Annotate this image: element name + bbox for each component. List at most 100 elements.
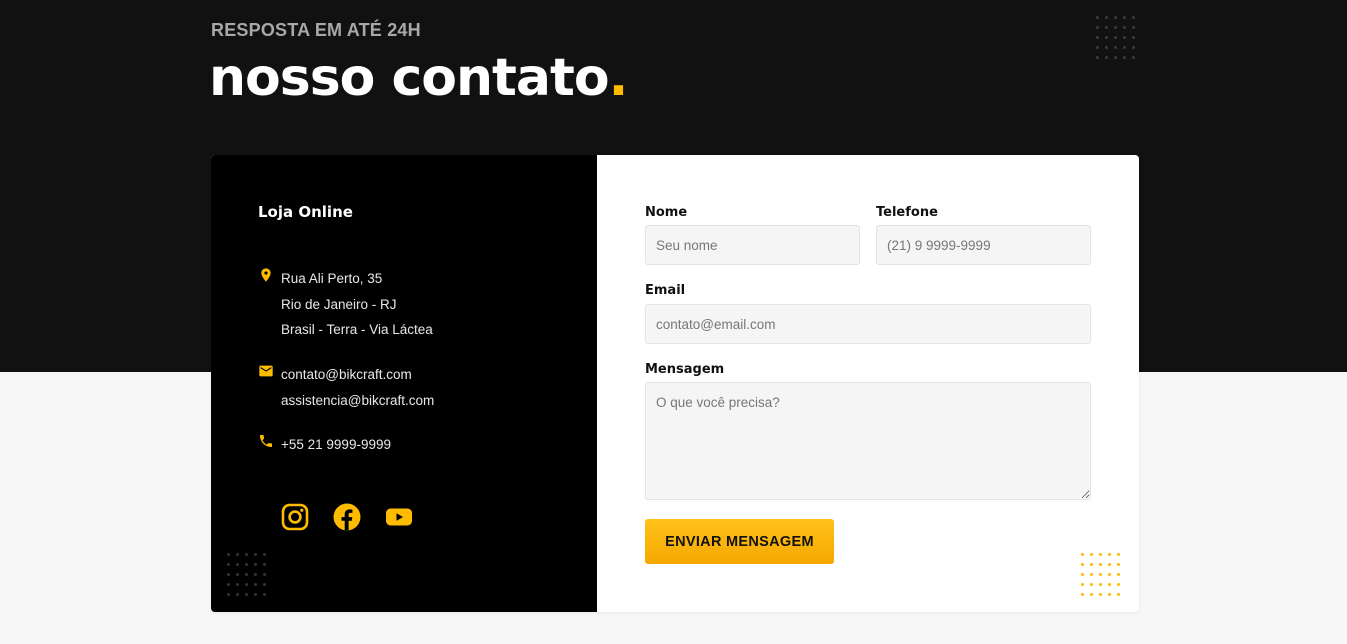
social-links <box>280 502 414 532</box>
decorative-dot <box>1105 56 1108 59</box>
decorative-dot <box>1132 16 1135 19</box>
decorative-dot <box>1123 46 1126 49</box>
decorative-dot <box>1099 583 1102 586</box>
decorative-dot <box>1081 573 1084 576</box>
email-link[interactable]: contato@bikcraft.com <box>281 362 581 388</box>
decorative-dot <box>1105 16 1108 19</box>
decorative-dot <box>263 563 266 566</box>
address-line: Rua Ali Perto, 35 <box>281 271 383 286</box>
decorative-dot <box>1090 553 1093 556</box>
decorative-dot <box>1096 36 1099 39</box>
decorative-dot <box>254 573 257 576</box>
decorative-dot <box>1132 36 1135 39</box>
email-input[interactable] <box>645 304 1091 344</box>
decorative-dot <box>227 563 230 566</box>
decorative-dot <box>1114 36 1117 39</box>
decorative-dot <box>1108 553 1111 556</box>
decorative-dot <box>1081 553 1084 556</box>
decorative-dot <box>1096 26 1099 29</box>
contact-card: Loja Online Rua Ali Perto, 35 Rio de Jan… <box>211 155 1139 612</box>
decorative-dot <box>1081 583 1084 586</box>
decorative-dots-top <box>1096 16 1135 59</box>
decorative-dot <box>1132 46 1135 49</box>
decorative-dot <box>236 593 239 596</box>
decorative-dot <box>245 583 248 586</box>
decorative-dots-left <box>227 553 266 596</box>
decorative-dot <box>245 563 248 566</box>
instagram-link[interactable] <box>280 502 310 532</box>
decorative-dot <box>1096 56 1099 59</box>
decorative-dot <box>254 593 257 596</box>
decorative-dot <box>1117 553 1120 556</box>
phone-label: Telefone <box>876 205 938 220</box>
address-line: Rio de Janeiro - RJ <box>281 296 397 312</box>
decorative-dot <box>1123 56 1126 59</box>
decorative-dot <box>1114 26 1117 29</box>
decorative-dot <box>1105 36 1108 39</box>
decorative-dot <box>227 553 230 556</box>
decorative-dot <box>254 583 257 586</box>
message-textarea[interactable] <box>645 382 1091 500</box>
decorative-dot <box>245 553 248 556</box>
decorative-dot <box>263 593 266 596</box>
decorative-dot <box>1132 56 1135 59</box>
decorative-dot <box>1096 46 1099 49</box>
facebook-link[interactable] <box>332 502 362 532</box>
decorative-dot <box>236 583 239 586</box>
decorative-dot <box>1096 16 1099 19</box>
decorative-dot <box>236 573 239 576</box>
decorative-dot <box>1099 573 1102 576</box>
decorative-dot <box>227 583 230 586</box>
store-title: Loja Online <box>258 203 353 221</box>
facebook-icon <box>333 503 361 531</box>
decorative-dot <box>245 593 248 596</box>
decorative-dot <box>1114 46 1117 49</box>
youtube-icon <box>386 508 412 526</box>
section-subtitle: RESPOSTA EM ATÉ 24H <box>211 20 421 40</box>
decorative-dot <box>245 573 248 576</box>
phone-link[interactable]: +55 21 9999-9999 <box>281 432 581 458</box>
decorative-dot <box>263 553 266 556</box>
decorative-dot <box>254 563 257 566</box>
decorative-dot <box>1108 573 1111 576</box>
decorative-dot <box>1081 563 1084 566</box>
decorative-dot <box>236 553 239 556</box>
decorative-dot <box>1114 56 1117 59</box>
decorative-dot <box>1090 563 1093 566</box>
decorative-dot <box>1090 573 1093 576</box>
name-input[interactable] <box>645 225 860 265</box>
page-title-text: nosso contato <box>209 48 610 108</box>
decorative-dot <box>263 583 266 586</box>
decorative-dot <box>1090 593 1093 596</box>
decorative-dot <box>227 593 230 596</box>
decorative-dot <box>1123 36 1126 39</box>
phone-input[interactable] <box>876 225 1091 265</box>
youtube-link[interactable] <box>384 502 414 532</box>
decorative-dot <box>254 553 257 556</box>
mail-icon <box>259 365 273 377</box>
decorative-dot <box>1123 16 1126 19</box>
decorative-dot <box>1108 563 1111 566</box>
phone-icon <box>260 435 272 447</box>
decorative-dot <box>1090 583 1093 586</box>
decorative-dots-right <box>1081 553 1120 596</box>
decorative-dot <box>1114 16 1117 19</box>
decorative-dot <box>1117 573 1120 576</box>
decorative-dot <box>1117 593 1120 596</box>
decorative-dot <box>1099 553 1102 556</box>
decorative-dot <box>1123 26 1126 29</box>
decorative-dot <box>1117 583 1120 586</box>
contact-form: Nome Telefone Email Mensagem ENVIAR MENS… <box>597 155 1139 612</box>
decorative-dot <box>1099 563 1102 566</box>
decorative-dot <box>1105 46 1108 49</box>
page-title: nosso contato. <box>209 48 628 108</box>
decorative-dot <box>1108 583 1111 586</box>
decorative-dot <box>1132 26 1135 29</box>
address-line: Brasil - Terra - Via Láctea <box>281 322 433 337</box>
send-message-button[interactable]: ENVIAR MENSAGEM <box>645 519 834 564</box>
decorative-dot <box>227 573 230 576</box>
email-link[interactable]: assistencia@bikcraft.com <box>281 388 581 414</box>
name-label: Nome <box>645 205 688 220</box>
decorative-dot <box>236 563 239 566</box>
message-label: Mensagem <box>645 362 725 377</box>
